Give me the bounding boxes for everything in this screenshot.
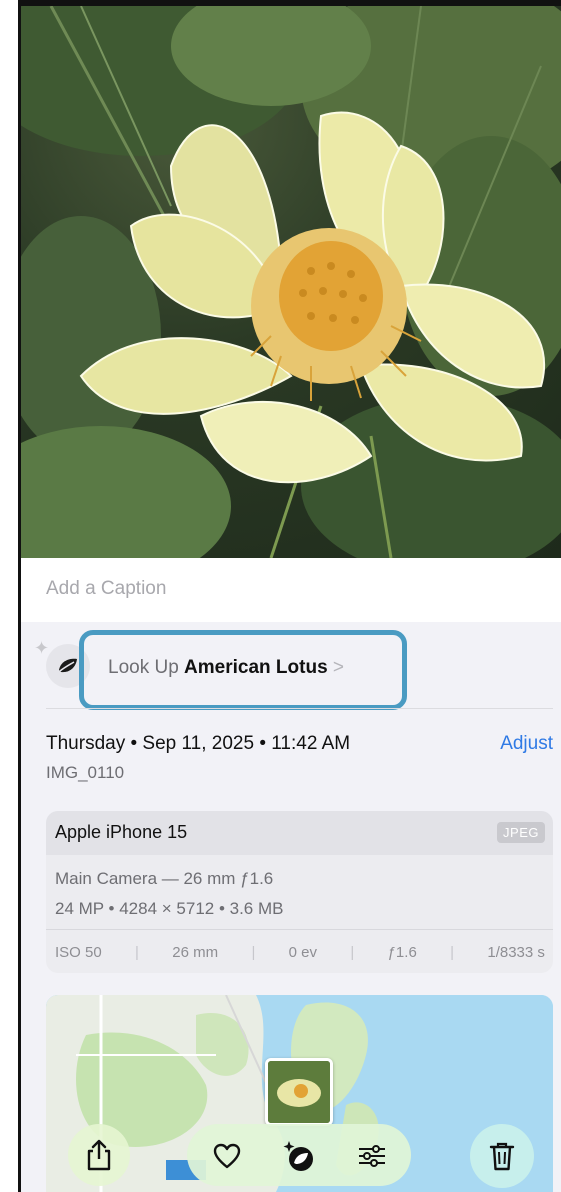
sliders-icon: [359, 1145, 385, 1167]
lotus-flower-image: [21, 6, 561, 558]
exif-separator: |: [251, 944, 256, 961]
camera-card-header: Apple iPhone 15 JPEG: [46, 811, 553, 855]
photo-detail-screen: Add a Caption ✦ Look Up American Lotus >…: [0, 0, 561, 1192]
image-specs: 24 MP • 4284 × 5712 • 3.6 MB: [55, 899, 284, 918]
device-name: Apple iPhone 15: [55, 822, 188, 842]
favorite-button[interactable]: [200, 1129, 254, 1183]
exif-focal-length: 26 mm: [172, 944, 219, 961]
exif-separator: |: [350, 944, 355, 961]
share-icon: [87, 1139, 111, 1171]
exif-iso: ISO 50: [55, 944, 102, 961]
divider: [46, 929, 553, 930]
exif-aperture: ƒ1.6: [387, 944, 417, 961]
delete-button[interactable]: [470, 1124, 534, 1188]
share-button[interactable]: [68, 1124, 130, 1186]
edit-button[interactable]: [345, 1129, 399, 1183]
sparkle-icon: ✦: [34, 638, 50, 658]
exif-shutter: 1/8333 s: [487, 944, 545, 961]
caption-field[interactable]: Add a Caption: [46, 578, 166, 600]
lens-info: Main Camera — 26 mm ƒ1.6: [55, 869, 274, 888]
annotation-highlight: [79, 630, 407, 710]
thumbnail-image: [268, 1061, 330, 1123]
visual-lookup-button[interactable]: [272, 1129, 326, 1183]
map-photo-pin[interactable]: [265, 1058, 333, 1126]
exif-separator: |: [135, 944, 139, 961]
heart-icon: [213, 1143, 241, 1169]
exif-row: ISO 50 | 26 mm | 0 ev | ƒ1.6 | 1/8333 s: [55, 944, 545, 961]
camera-info-card: Apple iPhone 15 JPEG Main Camera — 26 mm…: [46, 811, 553, 973]
file-name: IMG_0110: [46, 763, 125, 782]
capture-date: Thursday • Sep 11, 2025 • 11:42 AM: [46, 733, 351, 754]
exif-exposure: 0 ev: [288, 944, 318, 961]
visual-lookup-leaf-icon: [283, 1141, 313, 1171]
trash-icon: [489, 1142, 515, 1171]
exif-separator: |: [450, 944, 455, 961]
frame-border-top: [18, 0, 561, 6]
lotus-photo[interactable]: [21, 6, 561, 558]
format-badge: JPEG: [497, 822, 545, 843]
adjust-button[interactable]: Adjust: [500, 733, 553, 755]
divider: [46, 708, 553, 709]
